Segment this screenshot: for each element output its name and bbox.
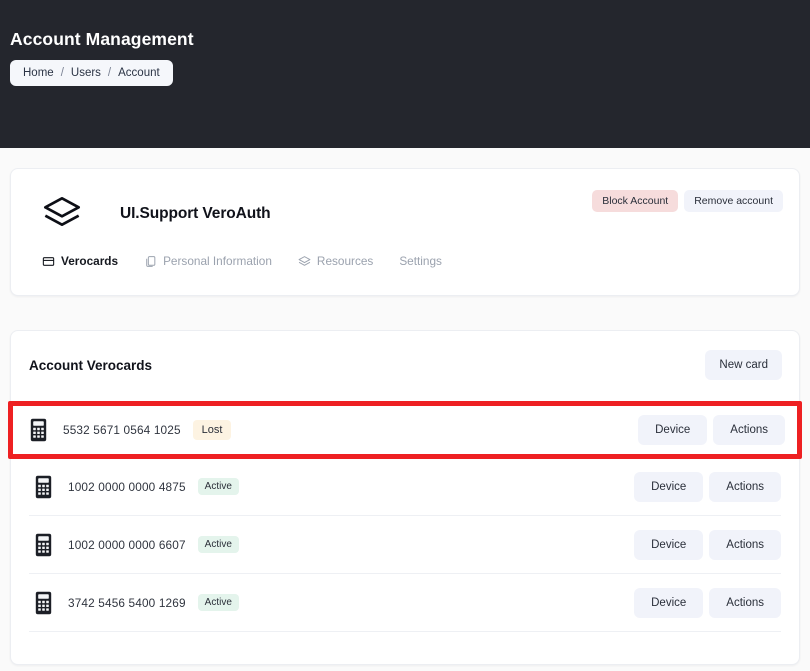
status-badge: Active (198, 594, 239, 611)
status-badge: Lost (193, 420, 232, 440)
card-icon (42, 255, 55, 268)
row-actions: Device Actions (638, 415, 785, 445)
verocard-number: 3742 5456 5400 1269 (68, 596, 186, 610)
actions-button[interactable]: Actions (713, 415, 785, 445)
calculator-icon (35, 533, 52, 557)
status-badge: Active (198, 536, 239, 553)
tab-resources-label: Resources (317, 254, 373, 268)
tab-personal-information[interactable]: Personal Information (144, 241, 272, 281)
actions-button[interactable]: Actions (709, 472, 781, 502)
verocards-title: Account Verocards (29, 358, 152, 373)
account-name: UI.Support VeroAuth (120, 205, 271, 223)
new-card-button[interactable]: New card (705, 350, 782, 380)
device-button[interactable]: Device (634, 588, 703, 618)
layers-icon (298, 255, 311, 268)
tab-settings[interactable]: Settings (399, 241, 442, 281)
breadcrumb-item-users[interactable]: Users (71, 60, 101, 86)
copy-icon (144, 255, 157, 268)
calculator-icon (35, 475, 52, 499)
device-button[interactable]: Device (638, 415, 707, 445)
list-bottom-divider (29, 631, 781, 632)
account-summary-card: UI.Support VeroAuth Block Account Remove… (10, 168, 800, 296)
breadcrumb: Home / Users / Account (10, 60, 173, 86)
actions-button[interactable]: Actions (709, 530, 781, 560)
block-account-button[interactable]: Block Account (592, 190, 678, 212)
page-title: Account Management (10, 28, 810, 50)
tab-resources[interactable]: Resources (298, 241, 373, 281)
tab-verocards[interactable]: Verocards (42, 241, 118, 281)
verocard-number: 1002 0000 0000 6607 (68, 538, 186, 552)
actions-button[interactable]: Actions (709, 588, 781, 618)
status-badge: Active (198, 478, 239, 495)
device-button[interactable]: Device (634, 530, 703, 560)
breadcrumb-item-home[interactable]: Home (23, 60, 54, 86)
table-row-highlighted[interactable]: 5532 5671 0564 1025 Lost Device Actions (13, 406, 797, 454)
layers-icon (42, 194, 82, 234)
account-header: UI.Support VeroAuth Block Account Remove… (11, 169, 799, 241)
row-actions: Device Actions (634, 588, 781, 618)
breadcrumb-separator: / (108, 67, 111, 79)
calculator-icon (35, 591, 52, 615)
row-actions: Device Actions (634, 472, 781, 502)
row-actions: Device Actions (634, 530, 781, 560)
breadcrumb-item-account[interactable]: Account (118, 60, 160, 86)
tab-verocards-label: Verocards (61, 254, 118, 268)
tab-personal-information-label: Personal Information (163, 254, 272, 268)
verocard-number: 1002 0000 0000 4875 (68, 480, 186, 494)
verocards-header: Account Verocards New card (11, 331, 799, 399)
account-actions: Block Account Remove account (592, 190, 783, 212)
table-row[interactable]: 3742 5456 5400 1269 Active Device Action… (29, 573, 781, 631)
tab-settings-label: Settings (399, 254, 442, 268)
account-tabs: Verocards Personal Information Resources… (11, 241, 799, 281)
calculator-icon (30, 418, 47, 442)
verocards-card: Account Verocards New card 1002 0000 000… (10, 330, 800, 665)
breadcrumb-separator: / (61, 67, 64, 79)
device-button[interactable]: Device (634, 472, 703, 502)
app-header: Account Management Home / Users / Accoun… (0, 0, 810, 148)
table-row[interactable]: 1002 0000 0000 6607 Active Device Action… (29, 515, 781, 573)
verocard-number: 5532 5671 0564 1025 (63, 423, 181, 437)
remove-account-button[interactable]: Remove account (684, 190, 783, 212)
table-row[interactable]: 1002 0000 0000 4875 Active Device Action… (29, 457, 781, 515)
